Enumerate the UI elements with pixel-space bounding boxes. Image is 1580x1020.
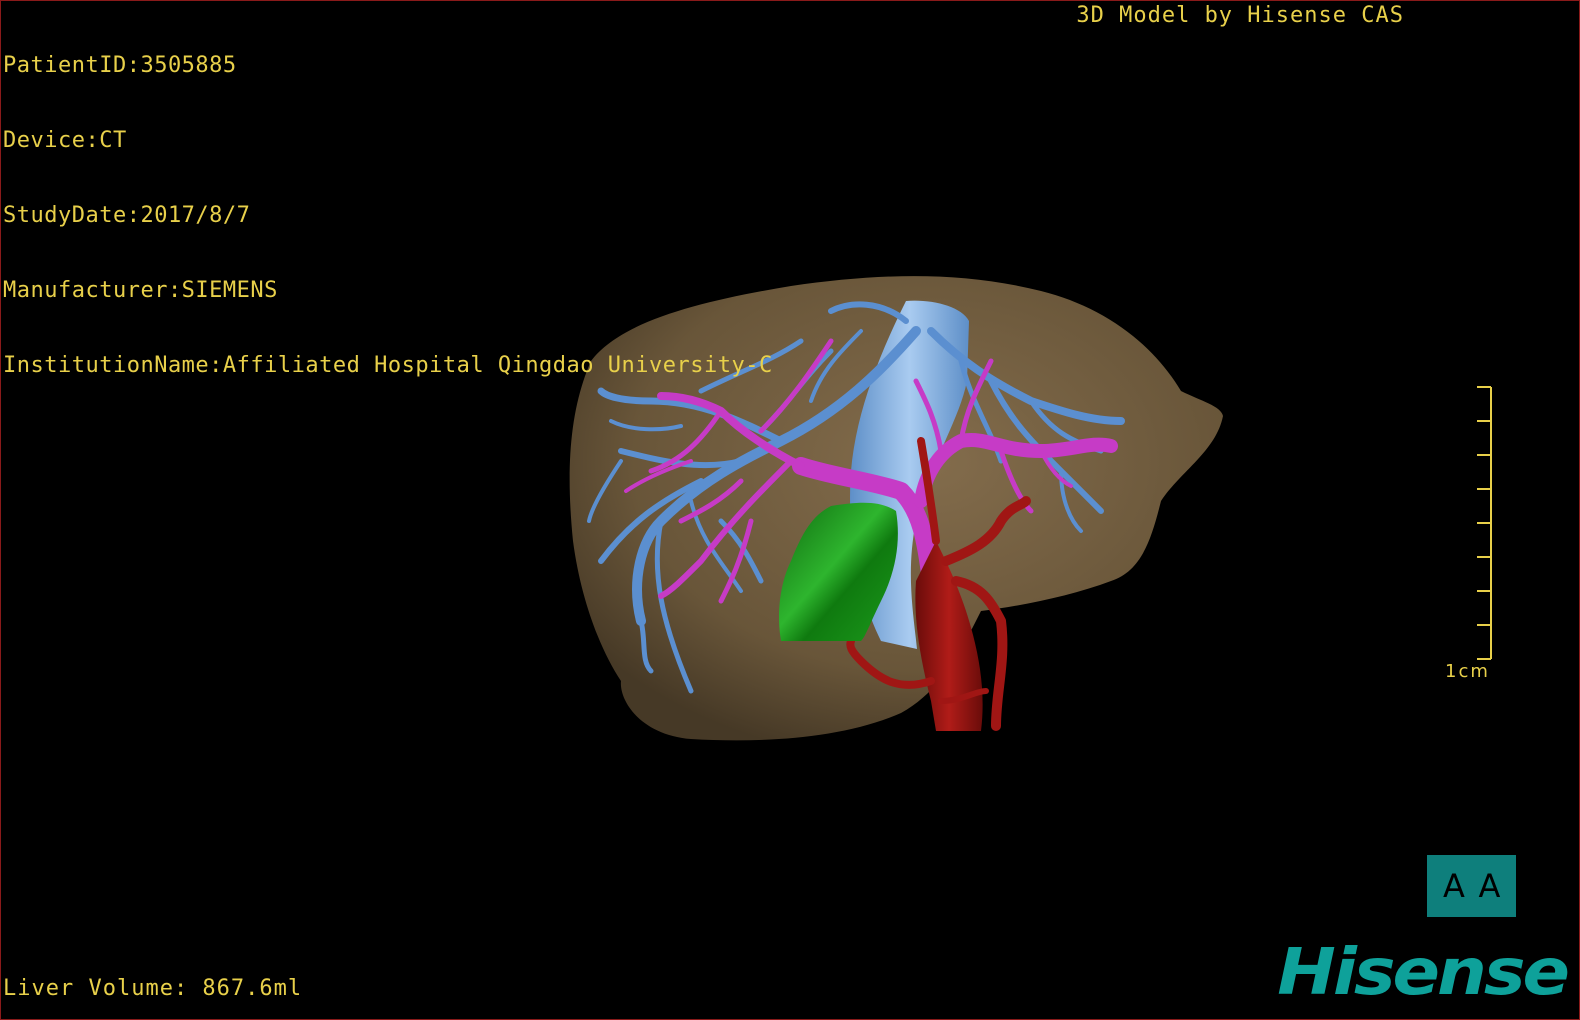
render-viewport[interactable]: PatientID:3505885 Device:CT StudyDate:20… [0,0,1580,1020]
mirrored-a-glyph: A [1442,867,1465,905]
dicom-info-overlay: PatientID:3505885 Device:CT StudyDate:20… [3,3,773,428]
scale-label: 1cm [1445,661,1490,682]
patient-id-text: PatientID:3505885 [3,53,237,78]
device-text: Device:CT [3,128,127,153]
manufacturer-text: Manufacturer:SIEMENS [3,278,278,303]
orientation-toggle-button[interactable]: A A [1427,855,1516,917]
study-date-text: StudyDate:2017/8/7 [3,203,251,228]
institution-text: InstitutionName:Affiliated Hospital Qing… [3,353,773,378]
liver-volume-text: Liver Volume: 867.6ml [3,976,303,1001]
a-glyph: A [1478,867,1501,905]
scale-bar [1477,386,1492,660]
model-credit-text: 3D Model by Hisense CAS [1076,3,1404,28]
hisense-logo: Hisense [1277,934,1570,1010]
